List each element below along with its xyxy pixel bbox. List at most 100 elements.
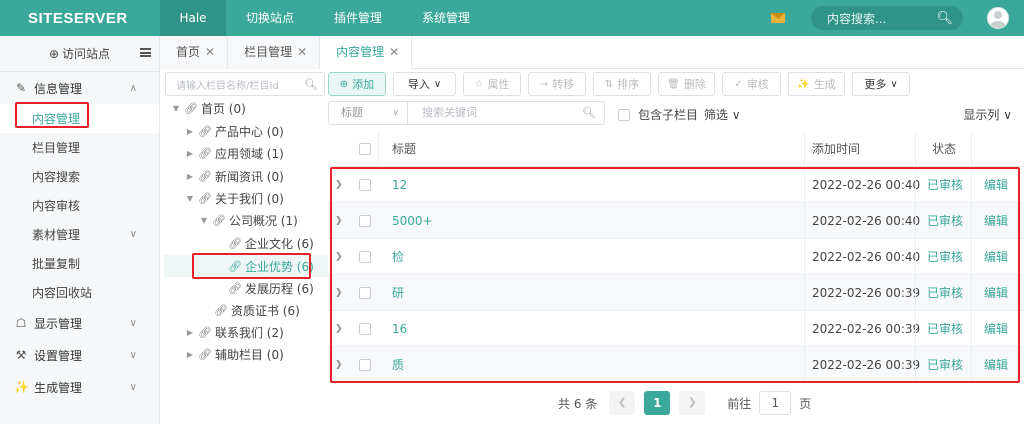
caret-right-icon[interactable]: ▶ [184, 172, 196, 181]
search-icon[interactable]: 🔍︎ [304, 78, 318, 91]
visit-site-label: 访问站点 [62, 47, 111, 61]
tree-search-input[interactable]: 请输入栏目名称/栏目Id [176, 77, 304, 92]
close-icon[interactable]: ✕ [297, 45, 307, 59]
chevron-down-icon: ∨ [129, 349, 137, 361]
transfer-button[interactable]: → 转移 [528, 72, 586, 96]
sort-icon: ⇅ [604, 78, 614, 90]
globe-icon: ⊕ [48, 46, 60, 61]
sidebar-item-content-review[interactable]: 内容审核 [0, 191, 159, 220]
link-icon: 🔗︎ [184, 101, 198, 115]
tree-node[interactable]: ▶ 🔗︎ 辅助栏目 (0) [184, 343, 284, 365]
sidebar-group-info[interactable]: ✎ 信息管理 ∧ [0, 72, 159, 104]
tree-node[interactable]: 🔗︎ 发展历程 (6) [214, 277, 314, 299]
sidebar-item-channel-management[interactable]: 栏目管理 [0, 133, 159, 162]
nav-switch-site[interactable]: 切换站点 [226, 0, 314, 36]
table-header: 标题 添加时间 状态 [328, 131, 1024, 167]
tree-node[interactable]: ▶ 🔗︎ 新闻资讯 (0) [184, 165, 284, 187]
tree-node[interactable]: ▼ 🔗︎ 公司概况 (1) [198, 209, 298, 231]
caret-down-icon[interactable]: ▼ [198, 216, 210, 225]
tree-node[interactable]: ▼ 🔗︎ 首页 (0) [170, 97, 246, 119]
nav-plugin-management[interactable]: 插件管理 [314, 0, 402, 36]
column-title[interactable]: 标题 [392, 131, 416, 167]
link-icon: 🔗︎ [228, 236, 242, 250]
delete-button[interactable]: 🗑︎ 删除 [658, 72, 715, 96]
star-icon: ☆ [474, 78, 484, 90]
wrench-icon: ⚒ [15, 348, 27, 362]
search-icon[interactable]: 🔍︎ [936, 11, 953, 26]
checkbox[interactable] [618, 108, 630, 121]
content-search-box[interactable]: 内容搜索... 🔍︎ [811, 6, 963, 30]
prev-page-button[interactable]: ❮ [609, 391, 636, 415]
menu-toggle-icon[interactable] [140, 48, 151, 57]
content-search-input[interactable]: 内容搜索... [827, 10, 936, 27]
caret-right-icon[interactable]: ▶ [184, 149, 196, 158]
filter-dropdown[interactable]: 筛选 ∨ [704, 106, 741, 123]
next-page-button[interactable]: ❯ [679, 391, 706, 415]
tab-channel-management[interactable]: 栏目管理 ✕ [228, 36, 321, 69]
sidebar-item-content-search[interactable]: 内容搜索 [0, 162, 159, 191]
sidebar-item-material-management[interactable]: 素材管理 ∨ [0, 220, 159, 249]
link-icon: 🔗︎ [198, 191, 212, 205]
tree-node[interactable]: ▼ 🔗︎ 关于我们 (0) [184, 187, 284, 209]
column-added-time[interactable]: 添加时间 [812, 131, 860, 167]
caret-right-icon[interactable]: ▶ [184, 328, 196, 337]
sidebar-group-label: 生成管理 [34, 380, 83, 395]
plus-circle-icon: ⊕ [339, 78, 349, 90]
generate-button[interactable]: ✨ 生成 [788, 72, 845, 96]
tree-node[interactable]: 🔗︎ 资质证书 (6) [200, 299, 300, 321]
caret-right-icon[interactable]: ▶ [184, 350, 196, 359]
highlight-sidebar-content-management [15, 102, 89, 128]
trash-icon: 🗑︎ [667, 78, 680, 90]
sidebar-group-label: 设置管理 [34, 348, 83, 363]
sidebar: ⊕ 访问站点 ✎ 信息管理 ∧ 内容管理 栏目管理 内容搜索 内容审核 素材管理… [0, 36, 160, 424]
import-button[interactable]: 导入 ∨ [393, 72, 456, 96]
tree-node[interactable]: 🔗︎ 企业文化 (6) [214, 232, 314, 254]
page-number-current[interactable]: 1 [644, 391, 671, 415]
tree-node[interactable]: ▶ 🔗︎ 应用领域 (1) [184, 142, 284, 164]
nav-system-management[interactable]: 系统管理 [402, 0, 490, 36]
caret-right-icon[interactable]: ▶ [184, 127, 196, 136]
tab-home[interactable]: 首页 ✕ [160, 36, 229, 69]
sidebar-item-recycle-bin[interactable]: 内容回收站 [0, 278, 159, 307]
tree-node[interactable]: ▶ 🔗︎ 联系我们 (2) [184, 321, 284, 343]
attributes-button[interactable]: ☆ 属性 [463, 72, 521, 96]
add-button[interactable]: ⊕ 添加 [328, 72, 386, 96]
nav-site-hale[interactable]: Hale [160, 0, 226, 36]
filter-row: 标题 ∨ 搜索关键词 🔍︎ 包含子栏目 筛选 ∨ 显示列 ∨ [328, 101, 1024, 125]
info-icon: ✎ [15, 81, 27, 95]
display-columns-dropdown[interactable]: 显示列 ∨ [963, 106, 1012, 123]
keyword-search-input[interactable]: 搜索关键词 🔍︎ [407, 101, 605, 125]
sort-button[interactable]: ⇅ 排序 [593, 72, 651, 96]
close-icon[interactable]: ✕ [205, 45, 215, 59]
include-subchannels-checkbox[interactable]: 包含子栏目 [618, 106, 698, 123]
close-icon[interactable]: ✕ [389, 45, 399, 59]
more-button[interactable]: 更多 ∨ [852, 72, 910, 96]
tab-content-management[interactable]: 内容管理 ✕ [320, 36, 413, 69]
chevron-down-icon: ∨ [129, 381, 137, 393]
review-button[interactable]: ✓ 审核 [722, 72, 781, 96]
mail-icon[interactable] [771, 13, 785, 23]
search-field-select[interactable]: 标题 ∨ [328, 101, 408, 125]
top-header: SITESERVER Hale 切换站点 插件管理 系统管理 内容搜索... 🔍… [0, 0, 1024, 36]
link-icon: 🔗︎ [198, 146, 212, 160]
sidebar-item-batch-copy[interactable]: 批量复制 [0, 249, 159, 278]
tree-search-box[interactable]: 请输入栏目名称/栏目Id 🔍︎ [165, 72, 325, 96]
sidebar-group-generate[interactable]: ✨ 生成管理 ∨ [0, 371, 159, 403]
tree-node[interactable]: ▶ 🔗︎ 产品中心 (0) [184, 120, 284, 142]
chevron-down-icon: ∨ [433, 78, 442, 90]
sidebar-group-display[interactable]: ☖ 显示管理 ∨ [0, 307, 159, 339]
goto-page-input[interactable]: 1 [759, 391, 792, 415]
caret-down-icon[interactable]: ▼ [170, 104, 182, 113]
link-icon: 🔗︎ [212, 213, 226, 227]
sidebar-group-label: 显示管理 [34, 316, 83, 331]
caret-down-icon[interactable]: ▼ [184, 194, 196, 203]
logo[interactable]: SITESERVER [0, 0, 160, 36]
tab-bar: 首页 ✕ 栏目管理 ✕ 内容管理 ✕ [160, 36, 1024, 69]
highlight-tree-selected [192, 253, 311, 279]
select-all-checkbox[interactable] [359, 143, 371, 155]
avatar[interactable] [987, 7, 1009, 29]
search-icon[interactable]: 🔍︎ [582, 102, 596, 124]
sidebar-group-settings[interactable]: ⚒ 设置管理 ∨ [0, 339, 159, 371]
visit-site-link[interactable]: ⊕ 访问站点 [0, 36, 159, 72]
shirt-icon: ☖ [15, 316, 27, 330]
